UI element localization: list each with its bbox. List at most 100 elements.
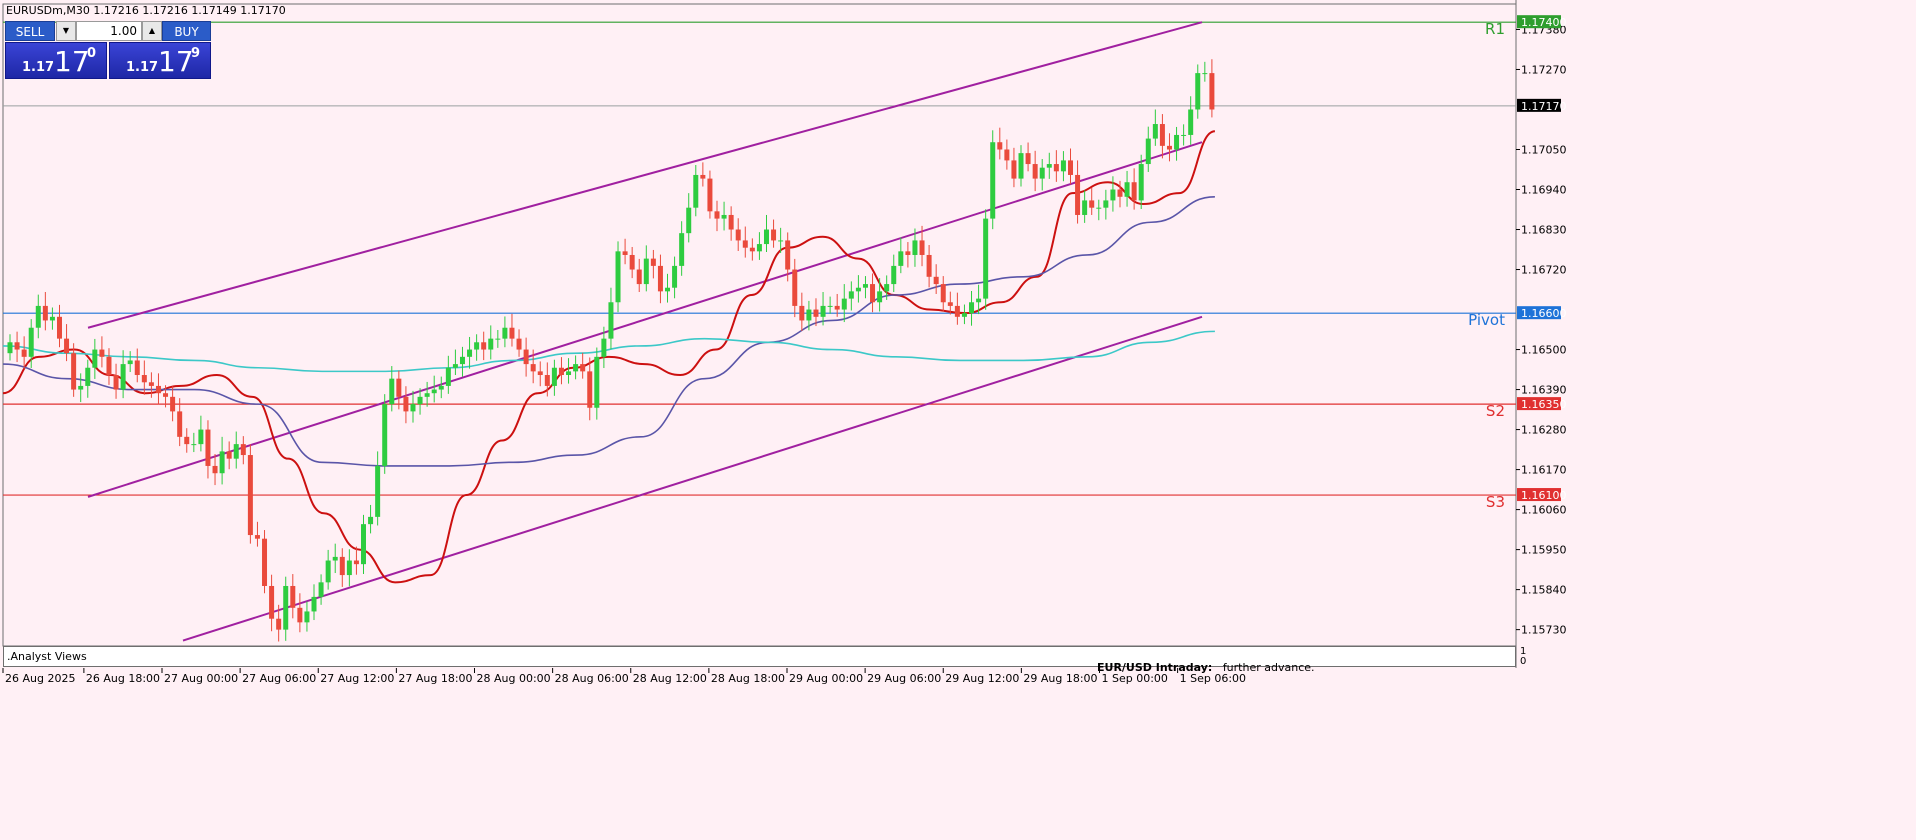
x-tick-label: 28 Aug 12:00 bbox=[633, 672, 707, 685]
candle-bull bbox=[891, 265, 897, 285]
candle-bull bbox=[855, 287, 861, 292]
candle-bull bbox=[495, 338, 501, 340]
candle-bear bbox=[997, 142, 1003, 150]
lot-decrease-button[interactable]: ▼ bbox=[56, 21, 76, 41]
x-tick-label: 28 Aug 06:00 bbox=[555, 672, 629, 685]
candle-bear bbox=[580, 364, 586, 372]
chart-frame bbox=[2, 0, 1916, 840]
candle-bull bbox=[389, 378, 395, 405]
candle-bear bbox=[735, 229, 741, 241]
y-tick-label: 1.16500 bbox=[1521, 344, 1567, 357]
candle-bear bbox=[558, 367, 564, 376]
lot-size-input[interactable] bbox=[76, 21, 142, 41]
candle-bull bbox=[1145, 138, 1151, 165]
candle-bull bbox=[990, 142, 996, 219]
buy-button[interactable]: BUY bbox=[162, 21, 211, 41]
candle-bear bbox=[870, 284, 876, 303]
x-tick-label: 29 Aug 12:00 bbox=[945, 672, 1019, 685]
candle-bear bbox=[163, 393, 169, 397]
candle-bull bbox=[375, 465, 381, 517]
candle-bear bbox=[113, 375, 119, 390]
candle-bear bbox=[99, 349, 105, 357]
x-tick-label: 28 Aug 18:00 bbox=[711, 672, 785, 685]
candle-bear bbox=[481, 342, 487, 350]
candle-bull bbox=[474, 342, 480, 350]
candle-bear bbox=[184, 436, 190, 445]
x-tick-label: 27 Aug 00:00 bbox=[164, 672, 238, 685]
plot-area bbox=[2, 3, 1517, 647]
level-label-s2: S2 bbox=[1486, 402, 1505, 420]
lot-increase-button[interactable]: ▲ bbox=[142, 21, 162, 41]
candle-bear bbox=[42, 305, 48, 321]
y-tick-label: 1.17050 bbox=[1521, 143, 1567, 156]
chart-title: EURUSDm,M30 1.17216 1.17216 1.17149 1.17… bbox=[6, 4, 286, 17]
candle-bull bbox=[283, 585, 289, 630]
candle-bull bbox=[191, 444, 197, 446]
candle-bear bbox=[134, 360, 140, 376]
candle-bear bbox=[1075, 174, 1081, 215]
candle-bull bbox=[594, 356, 600, 408]
candle-bear bbox=[177, 411, 183, 437]
x-tick-label: 27 Aug 18:00 bbox=[398, 672, 472, 685]
candle-bear bbox=[629, 254, 635, 270]
candle-bull bbox=[686, 207, 692, 234]
price-chart[interactable]: R1PivotS2S3 1.173801.172701.170501.16940… bbox=[0, 0, 1916, 840]
buy-price-quote[interactable]: 1.17 17 9 bbox=[109, 42, 211, 79]
candle-bear bbox=[1089, 200, 1095, 208]
y-tick-label: 1.16720 bbox=[1521, 264, 1567, 277]
sell-button[interactable]: SELL bbox=[5, 21, 55, 41]
candle-bull bbox=[763, 229, 769, 245]
candle-bear bbox=[262, 538, 268, 586]
candle-bull bbox=[601, 338, 607, 357]
time-axis: 26 Aug 2025 26 Aug 18:00 27 Aug 00:00 27 Au… bbox=[2, 668, 1246, 685]
candle-bear bbox=[56, 316, 62, 339]
buy-price-fraction: 9 bbox=[191, 46, 201, 61]
candle-bull bbox=[325, 560, 331, 583]
analyst-news: EUR/USD Intraday: further advance. bbox=[1097, 661, 1315, 674]
y-tick-label: 1.17270 bbox=[1521, 63, 1567, 76]
candle-bull bbox=[1202, 73, 1208, 75]
candle-bull bbox=[1124, 182, 1130, 197]
candle-bear bbox=[523, 349, 529, 365]
level-label-r1: R1 bbox=[1485, 20, 1505, 38]
candle-bear bbox=[1053, 164, 1059, 172]
sell-price-fraction: 0 bbox=[87, 46, 97, 61]
candle-bull bbox=[1188, 109, 1194, 135]
candle-bull bbox=[884, 284, 890, 292]
candle-bull bbox=[410, 404, 416, 412]
candle-bull bbox=[1152, 124, 1158, 139]
y-tick-label: 1.15730 bbox=[1521, 624, 1567, 637]
candle-bear bbox=[1159, 124, 1165, 146]
candle-bear bbox=[785, 240, 791, 270]
buy-price-prefix: 1.17 bbox=[126, 60, 159, 75]
candle-bear bbox=[297, 607, 303, 623]
y-tick-label: 1.15840 bbox=[1521, 584, 1567, 597]
candle-bull bbox=[976, 298, 982, 303]
candle-bull bbox=[488, 338, 494, 350]
candle-bull bbox=[445, 367, 451, 386]
candle-bear bbox=[403, 396, 409, 412]
candle-bull bbox=[452, 364, 458, 368]
candle-bear bbox=[353, 560, 359, 565]
y-tick-label: 1.16060 bbox=[1521, 504, 1567, 517]
candle-bear bbox=[290, 585, 296, 608]
candle-bear bbox=[742, 240, 748, 248]
candle-bear bbox=[947, 302, 953, 306]
candle-bull bbox=[361, 524, 366, 565]
y-tick-label: 1.16170 bbox=[1521, 464, 1567, 477]
candle-bear bbox=[728, 214, 734, 230]
candle-bull bbox=[841, 298, 847, 310]
level-tag-text-s2: 1.16350 bbox=[1521, 398, 1567, 411]
sell-price-quote[interactable]: 1.17 17 0 bbox=[5, 42, 107, 79]
subwindow-label: .Analyst Views bbox=[7, 650, 87, 663]
candle-bear bbox=[212, 465, 218, 474]
candle-bear bbox=[954, 305, 960, 317]
candle-bull bbox=[417, 396, 423, 405]
candle-bear bbox=[1025, 153, 1031, 165]
candle-bull bbox=[551, 367, 557, 386]
candle-bull bbox=[92, 349, 98, 368]
candle-bull bbox=[1181, 134, 1187, 136]
candle-bull bbox=[198, 429, 204, 445]
candle-bear bbox=[339, 556, 345, 576]
candle-bull bbox=[756, 244, 762, 252]
